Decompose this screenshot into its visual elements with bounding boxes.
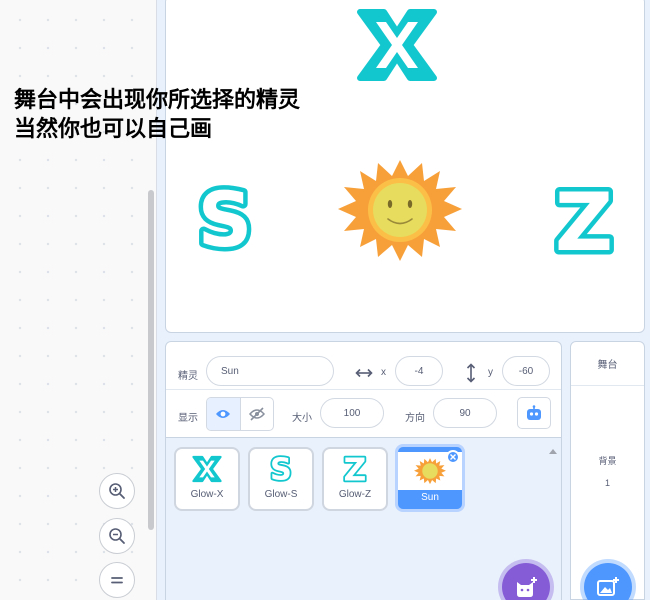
stage-panel-header: 舞台 (571, 342, 644, 386)
cat-plus-icon (517, 577, 537, 597)
equals-icon (111, 577, 123, 584)
robot-icon (527, 405, 541, 420)
sun-sprite[interactable] (334, 157, 466, 263)
size-value: 100 (343, 407, 361, 419)
size-label: 大小 (292, 413, 312, 424)
backdrops-count: 1 (604, 478, 610, 488)
glow-x-sprite[interactable] (354, 4, 440, 86)
zoom-out-button[interactable] (99, 518, 135, 554)
size-input[interactable]: 100 (320, 398, 384, 428)
sprite-tile-label: Glow-S (264, 489, 298, 500)
sprite-tile-glow-z[interactable]: Z Glow-Z (322, 447, 388, 511)
tutorial-line-2: 当然你也可以自己画 (14, 117, 213, 142)
tutorial-caption: 舞台中会出现你所选择的精灵 当然你也可以自己画 (14, 86, 344, 144)
sprite-list-scrollbar[interactable] (547, 444, 559, 600)
y-value: -60 (518, 365, 534, 377)
svg-text:Z: Z (344, 453, 367, 485)
sprite-tile-label: Sun (421, 492, 439, 503)
sprite-name-value: Sun (221, 365, 239, 377)
zoom-in-icon (109, 483, 125, 499)
sprite-thumbnail: S (269, 449, 293, 489)
sprite-name-input[interactable]: Sun (206, 356, 334, 386)
sprite-thumbnail (190, 449, 224, 489)
sprite-tile-glow-s[interactable]: S Glow-S (248, 447, 314, 511)
glow-s-thumbnail-icon: S (269, 453, 293, 485)
glow-x-thumbnail-icon (192, 455, 222, 483)
zoom-reset-button[interactable] (99, 562, 135, 598)
delete-sprite-button[interactable] (446, 450, 460, 464)
sprite-tile-glow-x[interactable]: Glow-X (174, 447, 240, 511)
x-input[interactable]: -4 (395, 356, 443, 386)
show-button[interactable] (207, 398, 240, 430)
y-label: y (488, 367, 493, 378)
sprite-tile-label: Glow-Z (338, 489, 372, 500)
eye-icon (216, 410, 231, 418)
backdrops-label: 背景 (598, 456, 617, 466)
scroll-up-arrow-icon[interactable] (547, 447, 559, 457)
glow-z-thumbnail-icon: Z (342, 453, 368, 485)
y-input[interactable]: -60 (502, 356, 550, 386)
zoom-in-button[interactable] (99, 473, 135, 509)
close-icon (450, 454, 456, 460)
sprite-label: 精灵 (178, 371, 198, 382)
direction-input[interactable]: 90 (433, 398, 497, 428)
stage-panel[interactable]: 舞台 背景 1 (570, 341, 645, 600)
svg-text:S: S (198, 180, 253, 260)
x-label: x (381, 367, 386, 378)
x-value: -4 (414, 365, 424, 377)
horizontal-arrows-icon (355, 368, 373, 378)
tutorial-line-1: 舞台中会出现你所选择的精灵 (14, 88, 301, 113)
glow-z-sprite[interactable]: Z (551, 180, 617, 262)
direction-label: 方向 (405, 413, 425, 424)
code-area-scrollbar[interactable] (148, 190, 154, 530)
svg-text:S: S (270, 453, 292, 485)
direction-value: 90 (459, 407, 471, 419)
vertical-arrows-icon (466, 363, 476, 383)
sprite-info-row-1: 精灵 Sun x -4 y -60 (166, 342, 561, 390)
hide-button[interactable] (239, 398, 274, 430)
visibility-toggle (206, 397, 274, 431)
show-label: 显示 (178, 413, 198, 424)
svg-text:Z: Z (555, 180, 613, 262)
eye-slash-icon (248, 407, 265, 421)
sprite-tile-label: Glow-X (190, 489, 224, 500)
sprite-extension-button[interactable] (517, 397, 551, 429)
zoom-out-icon (109, 528, 125, 544)
stage-panel-title: 舞台 (597, 360, 618, 371)
sun-thumbnail-icon (414, 458, 446, 485)
sprite-thumbnail: Z (342, 449, 368, 489)
image-plus-icon (597, 577, 619, 596)
stage-canvas[interactable]: S Z (165, 0, 645, 333)
glow-s-sprite[interactable]: S (196, 180, 254, 260)
